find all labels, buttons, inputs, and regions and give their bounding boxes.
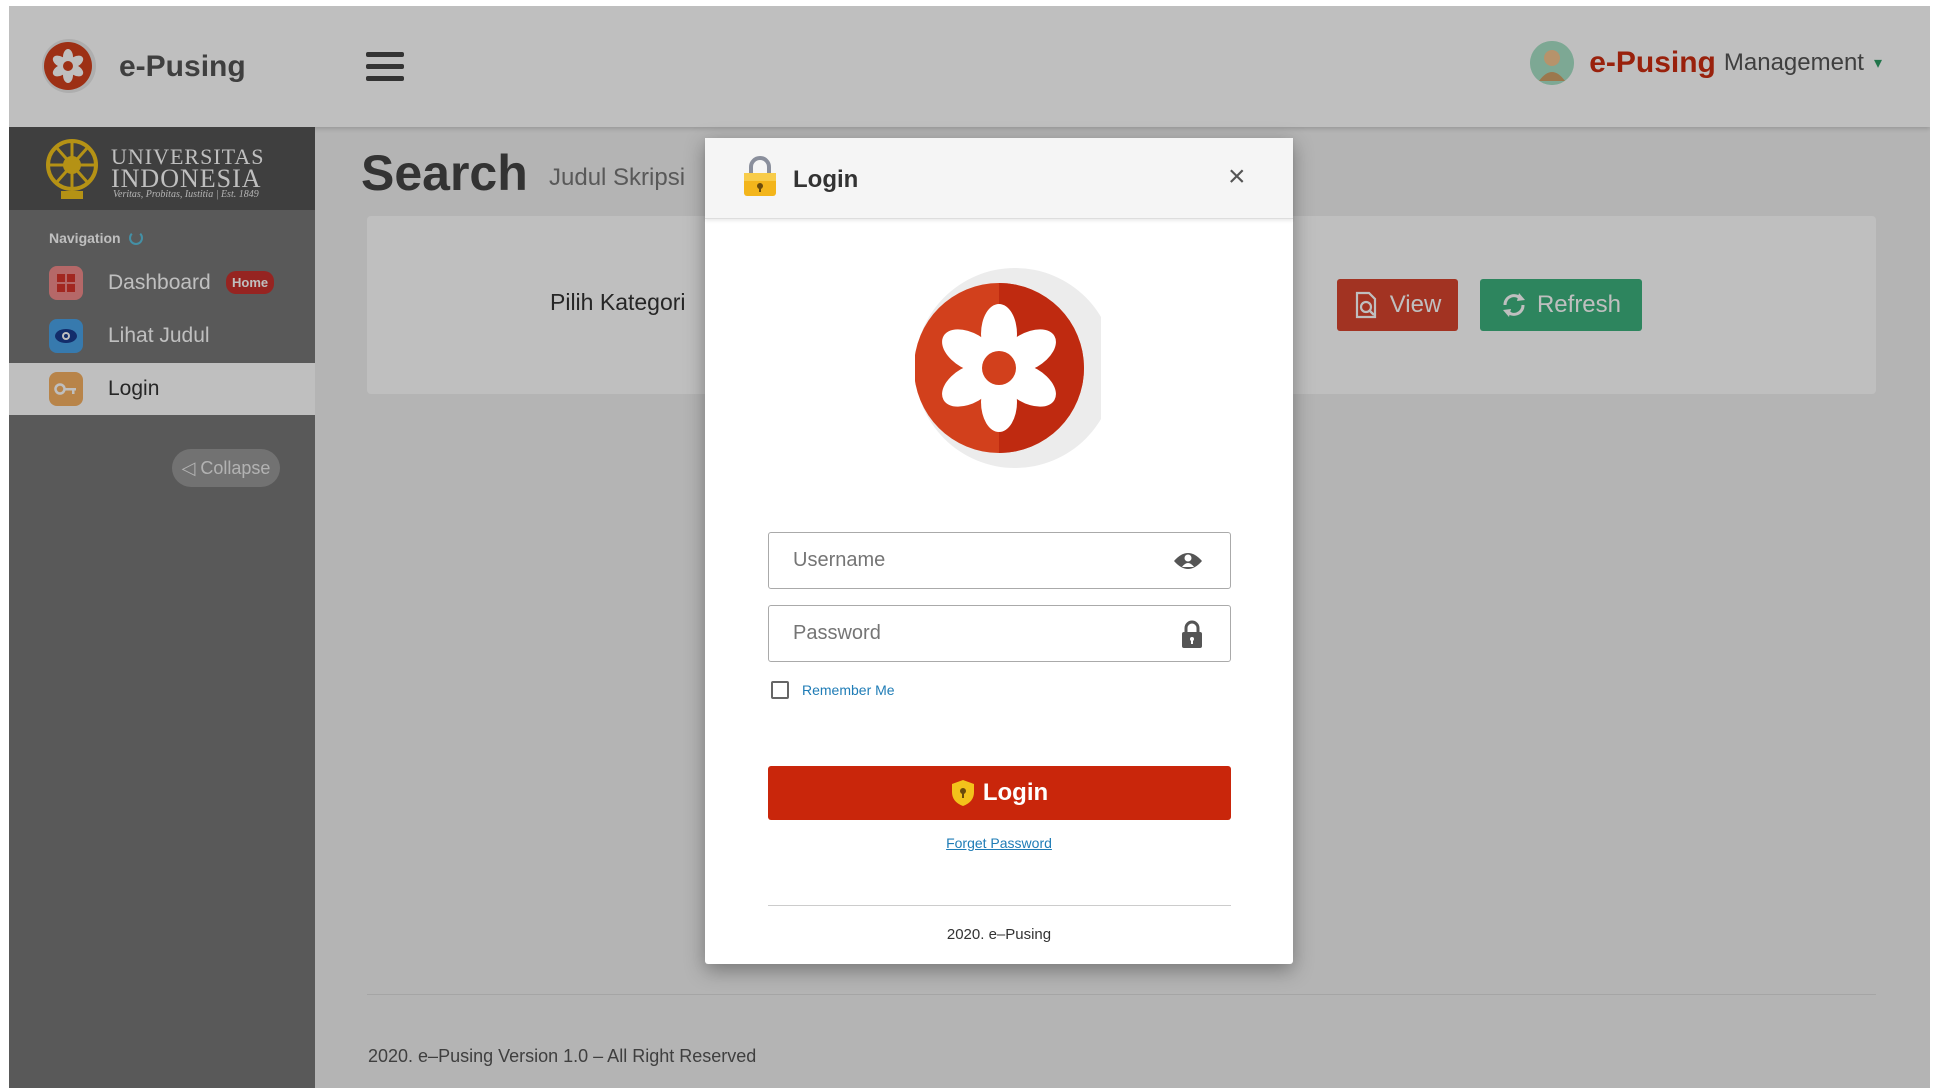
padlock-icon [1182, 620, 1202, 648]
remember-me-checkbox[interactable] [771, 681, 789, 699]
user-icon [1174, 553, 1202, 569]
app-window: e-Pusing e-Pusing Management ▾ UNIVERSIT… [9, 6, 1930, 1088]
login-button-label: Login [982, 779, 1049, 806]
lock-icon [744, 156, 776, 196]
modal-title: Login [793, 166, 859, 193]
app-logo-icon [915, 268, 1101, 468]
username-field[interactable] [768, 532, 1231, 589]
modal-divider [768, 905, 1231, 906]
close-icon[interactable]: × [1228, 162, 1246, 192]
remember-me: Remember Me [771, 681, 895, 699]
modal-footer: 2020. e–Pusing [946, 926, 1052, 943]
login-modal: Login × Username Remember Me Login Forge… [705, 138, 1293, 964]
password-field[interactable] [768, 605, 1231, 662]
password-input[interactable] [769, 606, 1230, 661]
remember-me-label: Remember Me [802, 682, 895, 698]
shield-icon [951, 780, 974, 806]
modal-header: Login × [705, 138, 1293, 219]
forget-password-link[interactable]: Forget Password [705, 835, 1293, 851]
username-input[interactable] [769, 533, 1230, 588]
login-button[interactable]: Login [768, 766, 1231, 820]
